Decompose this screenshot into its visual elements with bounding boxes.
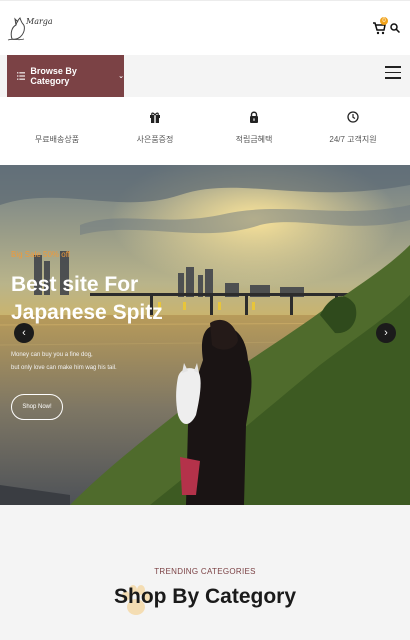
section-subtitle: TRENDING CATEGORIES [154, 567, 256, 576]
feature-support[interactable]: 24/7 고객지원 [308, 111, 398, 145]
feature-label: 24/7 고객지원 [329, 135, 377, 144]
chevron-down-icon: ⌄ [118, 73, 124, 80]
feature-points[interactable]: 적립금혜택 [209, 111, 299, 145]
feature-label: 무료배송상품 [34, 135, 80, 144]
nav-bar: Browse By Category ⌄ [0, 55, 410, 97]
browse-category-label: Browse By Category [30, 66, 77, 86]
feature-gift[interactable]: 사은품증정 [110, 111, 200, 145]
next-slide-button[interactable]: › [376, 323, 396, 343]
section-title: Shop By Category [113, 585, 297, 608]
hero-photo [0, 165, 410, 505]
logo-text: Marga [26, 17, 53, 26]
chevron-left-icon: ‹ [22, 327, 26, 339]
features-bar: 무료배송상품 사은품증정 적립금혜택 24/7 고객지원 [0, 97, 410, 165]
hero-title: Best site For Japanese Spitz [11, 273, 163, 324]
cart-count-badge: 0 [380, 17, 388, 25]
chevron-right-icon: › [384, 327, 388, 339]
lock-icon [250, 111, 258, 123]
prev-slide-button[interactable]: ‹ [14, 323, 34, 343]
search-icon[interactable] [390, 23, 400, 33]
browse-category-button[interactable]: Browse By Category ⌄ [7, 55, 124, 97]
shop-now-button[interactable]: Shop Now! [11, 394, 63, 420]
hero-description: Money can buy you a fine dog, but only l… [11, 349, 211, 375]
list-icon [17, 72, 26, 80]
hero-desc-line: Money can buy you a fine dog, [11, 352, 93, 358]
site-header: Marga 0 [0, 0, 410, 55]
hero-desc-line: but only love can make him wag his tail. [11, 365, 117, 371]
feature-label: 사은품증정 [136, 135, 174, 144]
trending-section: TRENDING CATEGORIES Shop By Category [0, 505, 410, 640]
hero-subtitle: Big Sale 50% off [11, 250, 71, 259]
site-logo[interactable]: Marga [6, 13, 53, 43]
box-icon [51, 111, 63, 123]
page: Marga 0 Browse By Category ⌄ 무료배송상품 사은품증… [0, 0, 410, 640]
feature-free-shipping[interactable]: 무료배송상품 [12, 111, 102, 145]
menu-icon[interactable] [385, 66, 401, 80]
gift-icon [150, 112, 160, 123]
clock-icon [347, 111, 359, 123]
feature-label: 적립금혜택 [235, 135, 273, 144]
hero-banner: Big Sale 50% off Best site For Japanese … [0, 165, 410, 505]
